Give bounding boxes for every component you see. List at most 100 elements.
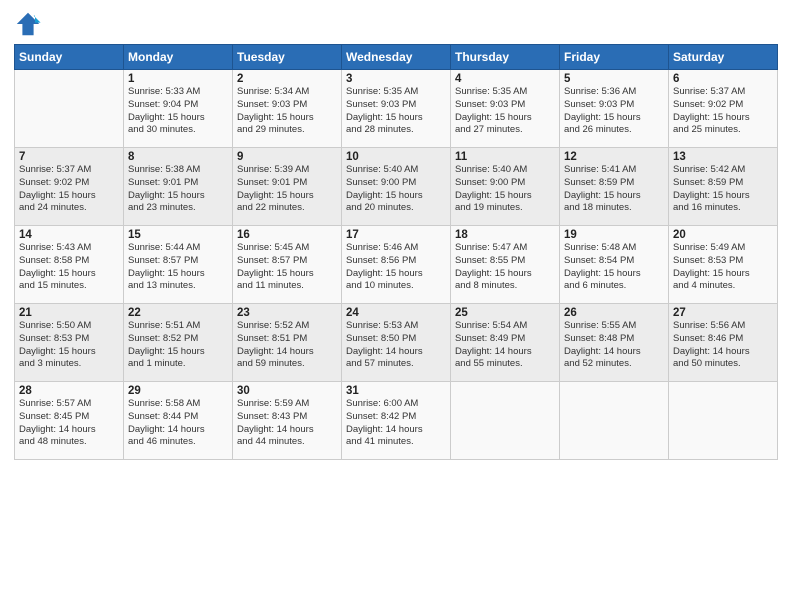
day-cell: 28Sunrise: 5:57 AM Sunset: 8:45 PM Dayli…: [15, 382, 124, 460]
day-cell: 29Sunrise: 5:58 AM Sunset: 8:44 PM Dayli…: [124, 382, 233, 460]
day-cell: 15Sunrise: 5:44 AM Sunset: 8:57 PM Dayli…: [124, 226, 233, 304]
day-number: 31: [346, 385, 446, 397]
day-cell: 17Sunrise: 5:46 AM Sunset: 8:56 PM Dayli…: [342, 226, 451, 304]
day-info: Sunrise: 5:55 AM Sunset: 8:48 PM Dayligh…: [564, 320, 664, 371]
day-info: Sunrise: 5:46 AM Sunset: 8:56 PM Dayligh…: [346, 242, 446, 293]
day-number: 6: [673, 73, 773, 85]
day-cell: 4Sunrise: 5:35 AM Sunset: 9:03 PM Daylig…: [451, 70, 560, 148]
day-cell: 5Sunrise: 5:36 AM Sunset: 9:03 PM Daylig…: [560, 70, 669, 148]
day-info: Sunrise: 5:33 AM Sunset: 9:04 PM Dayligh…: [128, 86, 228, 137]
day-number: 24: [346, 307, 446, 319]
weekday-header-tuesday: Tuesday: [233, 45, 342, 70]
day-info: Sunrise: 5:45 AM Sunset: 8:57 PM Dayligh…: [237, 242, 337, 293]
week-row-1: 1Sunrise: 5:33 AM Sunset: 9:04 PM Daylig…: [15, 70, 778, 148]
day-number: 15: [128, 229, 228, 241]
day-info: Sunrise: 5:35 AM Sunset: 9:03 PM Dayligh…: [455, 86, 555, 137]
day-info: Sunrise: 5:35 AM Sunset: 9:03 PM Dayligh…: [346, 86, 446, 137]
day-number: 7: [19, 151, 119, 163]
day-cell: 18Sunrise: 5:47 AM Sunset: 8:55 PM Dayli…: [451, 226, 560, 304]
weekday-header-monday: Monday: [124, 45, 233, 70]
day-info: Sunrise: 5:36 AM Sunset: 9:03 PM Dayligh…: [564, 86, 664, 137]
day-cell: [669, 382, 778, 460]
day-number: 14: [19, 229, 119, 241]
day-cell: 13Sunrise: 5:42 AM Sunset: 8:59 PM Dayli…: [669, 148, 778, 226]
day-info: Sunrise: 5:44 AM Sunset: 8:57 PM Dayligh…: [128, 242, 228, 293]
day-number: 1: [128, 73, 228, 85]
day-info: Sunrise: 5:43 AM Sunset: 8:58 PM Dayligh…: [19, 242, 119, 293]
day-cell: [451, 382, 560, 460]
weekday-header-wednesday: Wednesday: [342, 45, 451, 70]
day-cell: 6Sunrise: 5:37 AM Sunset: 9:02 PM Daylig…: [669, 70, 778, 148]
calendar-body: 1Sunrise: 5:33 AM Sunset: 9:04 PM Daylig…: [15, 70, 778, 460]
day-cell: 31Sunrise: 6:00 AM Sunset: 8:42 PM Dayli…: [342, 382, 451, 460]
day-cell: 22Sunrise: 5:51 AM Sunset: 8:52 PM Dayli…: [124, 304, 233, 382]
day-cell: 11Sunrise: 5:40 AM Sunset: 9:00 PM Dayli…: [451, 148, 560, 226]
header: [14, 10, 778, 38]
weekday-header-thursday: Thursday: [451, 45, 560, 70]
day-cell: 27Sunrise: 5:56 AM Sunset: 8:46 PM Dayli…: [669, 304, 778, 382]
day-info: Sunrise: 5:54 AM Sunset: 8:49 PM Dayligh…: [455, 320, 555, 371]
day-cell: 19Sunrise: 5:48 AM Sunset: 8:54 PM Dayli…: [560, 226, 669, 304]
day-number: 20: [673, 229, 773, 241]
day-info: Sunrise: 6:00 AM Sunset: 8:42 PM Dayligh…: [346, 398, 446, 449]
weekday-header-sunday: Sunday: [15, 45, 124, 70]
day-number: 29: [128, 385, 228, 397]
week-row-5: 28Sunrise: 5:57 AM Sunset: 8:45 PM Dayli…: [15, 382, 778, 460]
day-cell: 26Sunrise: 5:55 AM Sunset: 8:48 PM Dayli…: [560, 304, 669, 382]
day-number: 13: [673, 151, 773, 163]
day-cell: [15, 70, 124, 148]
day-cell: 21Sunrise: 5:50 AM Sunset: 8:53 PM Dayli…: [15, 304, 124, 382]
page: SundayMondayTuesdayWednesdayThursdayFrid…: [0, 0, 792, 612]
day-cell: 30Sunrise: 5:59 AM Sunset: 8:43 PM Dayli…: [233, 382, 342, 460]
day-number: 26: [564, 307, 664, 319]
day-cell: 8Sunrise: 5:38 AM Sunset: 9:01 PM Daylig…: [124, 148, 233, 226]
day-info: Sunrise: 5:42 AM Sunset: 8:59 PM Dayligh…: [673, 164, 773, 215]
day-info: Sunrise: 5:34 AM Sunset: 9:03 PM Dayligh…: [237, 86, 337, 137]
weekday-header-saturday: Saturday: [669, 45, 778, 70]
day-cell: 9Sunrise: 5:39 AM Sunset: 9:01 PM Daylig…: [233, 148, 342, 226]
week-row-4: 21Sunrise: 5:50 AM Sunset: 8:53 PM Dayli…: [15, 304, 778, 382]
day-info: Sunrise: 5:51 AM Sunset: 8:52 PM Dayligh…: [128, 320, 228, 371]
day-cell: 23Sunrise: 5:52 AM Sunset: 8:51 PM Dayli…: [233, 304, 342, 382]
weekday-header-friday: Friday: [560, 45, 669, 70]
day-number: 22: [128, 307, 228, 319]
day-number: 4: [455, 73, 555, 85]
day-info: Sunrise: 5:37 AM Sunset: 9:02 PM Dayligh…: [19, 164, 119, 215]
day-info: Sunrise: 5:49 AM Sunset: 8:53 PM Dayligh…: [673, 242, 773, 293]
day-cell: 7Sunrise: 5:37 AM Sunset: 9:02 PM Daylig…: [15, 148, 124, 226]
day-cell: 2Sunrise: 5:34 AM Sunset: 9:03 PM Daylig…: [233, 70, 342, 148]
day-info: Sunrise: 5:56 AM Sunset: 8:46 PM Dayligh…: [673, 320, 773, 371]
day-info: Sunrise: 5:41 AM Sunset: 8:59 PM Dayligh…: [564, 164, 664, 215]
day-number: 2: [237, 73, 337, 85]
day-number: 18: [455, 229, 555, 241]
logo: [14, 10, 46, 38]
day-number: 23: [237, 307, 337, 319]
day-number: 5: [564, 73, 664, 85]
day-info: Sunrise: 5:40 AM Sunset: 9:00 PM Dayligh…: [346, 164, 446, 215]
day-number: 30: [237, 385, 337, 397]
day-number: 25: [455, 307, 555, 319]
day-info: Sunrise: 5:59 AM Sunset: 8:43 PM Dayligh…: [237, 398, 337, 449]
day-number: 17: [346, 229, 446, 241]
day-number: 9: [237, 151, 337, 163]
day-cell: 14Sunrise: 5:43 AM Sunset: 8:58 PM Dayli…: [15, 226, 124, 304]
day-number: 16: [237, 229, 337, 241]
day-cell: 10Sunrise: 5:40 AM Sunset: 9:00 PM Dayli…: [342, 148, 451, 226]
week-row-3: 14Sunrise: 5:43 AM Sunset: 8:58 PM Dayli…: [15, 226, 778, 304]
day-info: Sunrise: 5:40 AM Sunset: 9:00 PM Dayligh…: [455, 164, 555, 215]
day-info: Sunrise: 5:37 AM Sunset: 9:02 PM Dayligh…: [673, 86, 773, 137]
day-info: Sunrise: 5:53 AM Sunset: 8:50 PM Dayligh…: [346, 320, 446, 371]
day-number: 27: [673, 307, 773, 319]
day-number: 3: [346, 73, 446, 85]
day-number: 28: [19, 385, 119, 397]
day-info: Sunrise: 5:52 AM Sunset: 8:51 PM Dayligh…: [237, 320, 337, 371]
day-cell: 24Sunrise: 5:53 AM Sunset: 8:50 PM Dayli…: [342, 304, 451, 382]
day-number: 10: [346, 151, 446, 163]
day-number: 12: [564, 151, 664, 163]
day-number: 19: [564, 229, 664, 241]
week-row-2: 7Sunrise: 5:37 AM Sunset: 9:02 PM Daylig…: [15, 148, 778, 226]
logo-icon: [14, 10, 42, 38]
day-cell: 16Sunrise: 5:45 AM Sunset: 8:57 PM Dayli…: [233, 226, 342, 304]
weekday-row: SundayMondayTuesdayWednesdayThursdayFrid…: [15, 45, 778, 70]
day-number: 21: [19, 307, 119, 319]
